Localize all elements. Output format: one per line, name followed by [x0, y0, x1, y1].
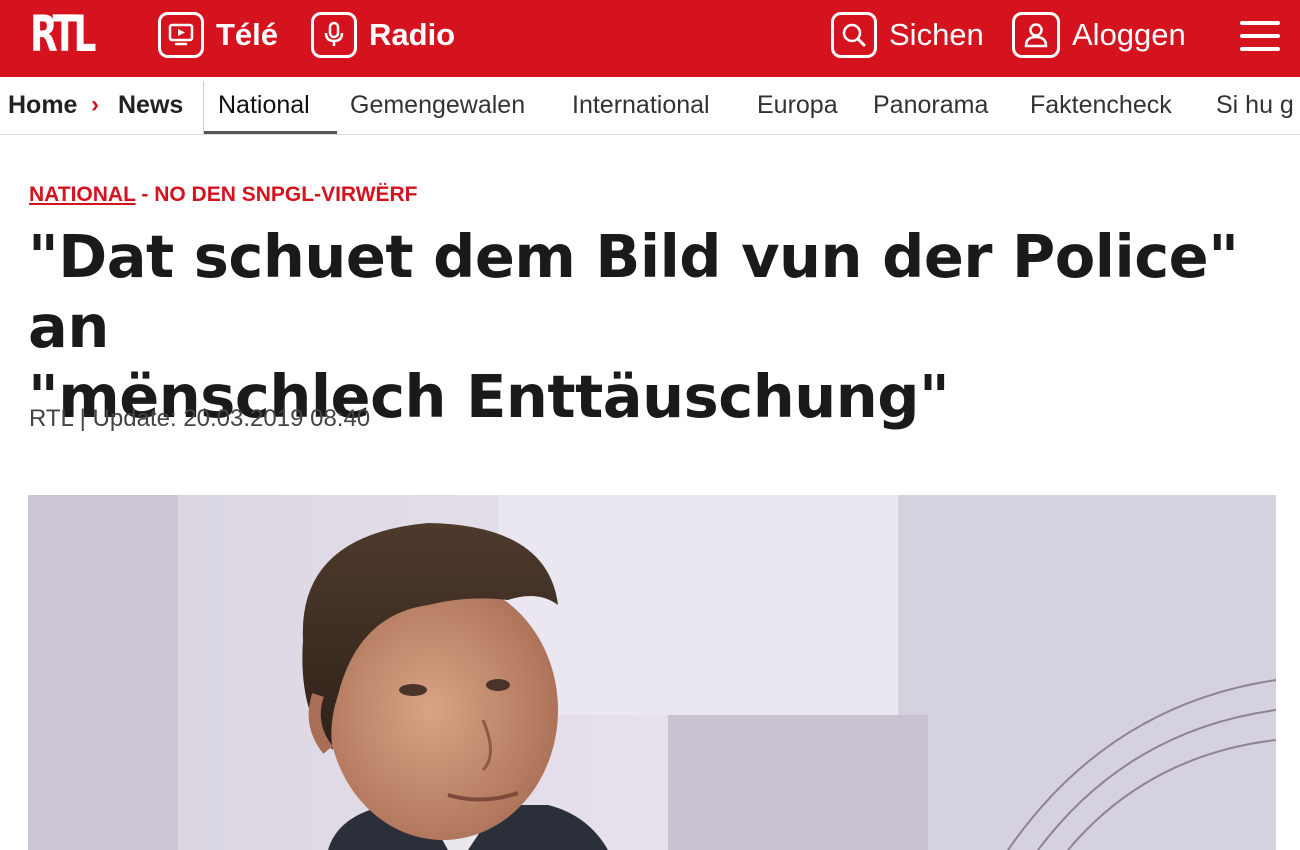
- section-tab-si-hu-g[interactable]: Si hu g: [1216, 91, 1294, 120]
- chevron-right-icon: ›: [91, 91, 99, 118]
- tele-label: Télé: [216, 17, 279, 52]
- section-tab-gemengewalen[interactable]: Gemengewalen: [350, 91, 525, 120]
- section-tab-national[interactable]: National: [218, 91, 310, 120]
- top-header: RTL Télé Radio Sichen Aloggen: [0, 0, 1300, 77]
- hamburger-menu-icon[interactable]: [1240, 21, 1280, 51]
- kicker-topic: - NO DEN SNPGL-VIRWËRF: [135, 183, 418, 206]
- article-headline: "Dat schuet dem Bild vun der Police" an …: [28, 222, 1278, 432]
- active-tab-indicator: [204, 131, 337, 134]
- article-hero-image: [28, 495, 1276, 850]
- kicker-section-link[interactable]: NATIONAL: [29, 183, 136, 206]
- headline-line-1: "Dat schuet dem Bild vun der Police" an: [28, 222, 1239, 361]
- section-tab-europa[interactable]: Europa: [757, 91, 838, 120]
- breadcrumb-news[interactable]: News: [118, 91, 183, 120]
- tv-play-icon: [158, 12, 204, 58]
- user-icon: [1012, 12, 1060, 58]
- search-icon: [831, 12, 877, 58]
- article-kicker: NATIONAL - NO DEN SNPGL-VIRWËRF: [29, 183, 418, 207]
- rtl-logo[interactable]: RTL: [30, 6, 96, 62]
- search-button[interactable]: Sichen: [831, 12, 984, 58]
- tele-button[interactable]: Télé: [158, 12, 278, 58]
- radio-button[interactable]: Radio: [311, 12, 455, 58]
- breadcrumb-home[interactable]: Home: [8, 91, 77, 120]
- article-byline: RTL | Update: 20.03.2019 08:40: [29, 405, 371, 432]
- login-button[interactable]: Aloggen: [1012, 12, 1186, 58]
- section-nav: Home › News National Gemengewalen Intern…: [0, 77, 1300, 135]
- section-tab-international[interactable]: International: [572, 91, 710, 120]
- divider: [203, 81, 204, 134]
- section-tab-panorama[interactable]: Panorama: [873, 91, 988, 120]
- login-label: Aloggen: [1072, 17, 1186, 52]
- section-tab-faktencheck[interactable]: Faktencheck: [1030, 91, 1172, 120]
- radio-label: Radio: [369, 17, 456, 52]
- microphone-icon: [311, 12, 357, 58]
- search-label: Sichen: [889, 17, 984, 52]
